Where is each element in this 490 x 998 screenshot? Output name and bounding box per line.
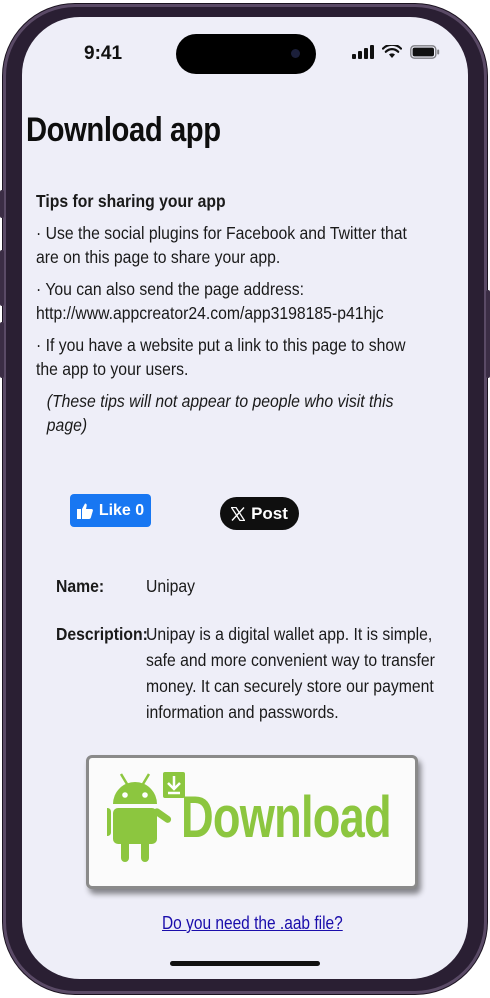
name-label: Name: [56,576,105,596]
signal-icon [352,45,374,59]
tip-item: · If you have a website put a link to th… [36,335,406,379]
phone-screen: 9:41 Download app Tips for sharing your … [22,17,468,979]
download-button[interactable]: Download [86,755,418,889]
status-icons [352,45,440,59]
app-description-row: Description: Unipay is a digital wallet … [56,621,452,731]
thumbs-up-icon [76,503,93,519]
android-robot-icon [107,772,185,862]
like-label: Like 0 [98,501,145,519]
status-time: 9:41 [84,43,123,64]
sharing-tips: Tips for sharing your app · Use the soci… [36,189,423,437]
x-logo-icon [231,506,246,521]
facebook-like-button[interactable]: Like 0 [70,494,151,527]
tip-item: · You can also send the page address: ht… [36,279,384,323]
home-indicator [170,961,320,966]
tips-heading: Tips for sharing your app [36,191,226,211]
battery-icon [410,45,440,59]
tip-item: · Use the social plugins for Facebook an… [36,223,407,267]
tips-note: (These tips will not appear to people wh… [46,391,394,435]
aab-file-link[interactable]: Do you need the .aab file? [162,913,343,934]
page-title: Download app [26,111,221,149]
post-label: Post [251,503,288,523]
x-post-button[interactable]: Post [220,497,299,530]
phone-volume-up [0,250,4,306]
camera-icon [291,49,300,58]
wifi-icon [382,45,402,58]
name-value: Unipay [146,576,196,596]
app-name-row: Name: Unipay [56,573,452,599]
dynamic-island [176,34,316,74]
phone-volume-down [0,322,4,378]
phone-power-button [486,290,490,378]
description-value: Unipay is a digital wallet app. It is si… [146,624,435,722]
status-bar: 9:41 [22,17,468,87]
download-label: Download [181,785,392,850]
description-label: Description: [56,624,148,644]
phone-side-button [0,190,4,218]
